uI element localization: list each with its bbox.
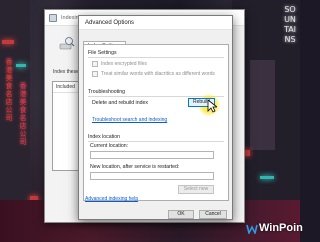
index-settings-panel: File Settings Index encrypted files Trea… bbox=[83, 44, 229, 201]
neon-sign-teal bbox=[16, 64, 26, 67]
indexing-options-icon bbox=[49, 13, 57, 22]
index-encrypted-row[interactable]: Index encrypted files bbox=[92, 61, 147, 67]
new-location-label: New location, after service is restarted… bbox=[90, 164, 180, 170]
neon-sign-red bbox=[2, 40, 14, 44]
index-encrypted-label: Index encrypted files bbox=[101, 61, 147, 67]
current-location-label: Current location: bbox=[90, 143, 129, 149]
ok-button[interactable]: OK bbox=[168, 210, 194, 219]
advanced-options-titlebar: Advanced Options bbox=[79, 16, 232, 30]
advanced-options-dialog: Advanced Options Index Settings File Set… bbox=[78, 15, 233, 220]
winpoin-watermark: WinPoin bbox=[246, 222, 303, 234]
diacritics-checkbox[interactable] bbox=[92, 71, 98, 77]
included-column-header[interactable]: Included bbox=[53, 82, 81, 93]
neon-chinese-sign: 香港美食名店公司 bbox=[5, 58, 13, 122]
dialog-tabs: Index Settings bbox=[83, 34, 126, 51]
new-location-field bbox=[90, 172, 214, 180]
diacritics-label: Treat similar words with diacritics as d… bbox=[101, 71, 215, 77]
neon-vertical-sign: SOUNTAINS bbox=[283, 5, 297, 44]
index-these-label: Index these bbox=[53, 69, 79, 75]
drive-magnifier-icon bbox=[59, 37, 75, 50]
winpoin-text: WinPoin bbox=[259, 222, 303, 234]
select-new-button[interactable]: Select new bbox=[178, 185, 214, 194]
delete-rebuild-label: Delete and rebuild index bbox=[92, 100, 148, 106]
index-location-label: Index location bbox=[88, 134, 121, 140]
building-right-tower bbox=[250, 60, 275, 150]
neon-chinese-sign-2: 香港美食名店公司 bbox=[19, 82, 27, 146]
file-settings-label: File Settings bbox=[88, 50, 117, 56]
advanced-indexing-help-link[interactable]: Advanced indexing help bbox=[85, 196, 138, 202]
diacritics-row[interactable]: Treat similar words with diacritics as d… bbox=[92, 71, 215, 77]
troubleshooting-label: Troubleshooting bbox=[88, 89, 126, 95]
troubleshoot-link[interactable]: Troubleshoot search and indexing bbox=[92, 117, 167, 123]
index-location-divider bbox=[88, 141, 224, 142]
cancel-button[interactable]: Cancel bbox=[199, 210, 227, 219]
winpoin-logo-icon bbox=[246, 224, 258, 234]
neon-sign-teal-right bbox=[260, 176, 274, 179]
mouse-pointer-icon bbox=[207, 99, 217, 113]
dialog-title: Advanced Options bbox=[85, 19, 135, 26]
index-encrypted-checkbox[interactable] bbox=[92, 61, 98, 67]
current-location-field bbox=[90, 151, 214, 159]
file-settings-divider bbox=[88, 57, 224, 58]
